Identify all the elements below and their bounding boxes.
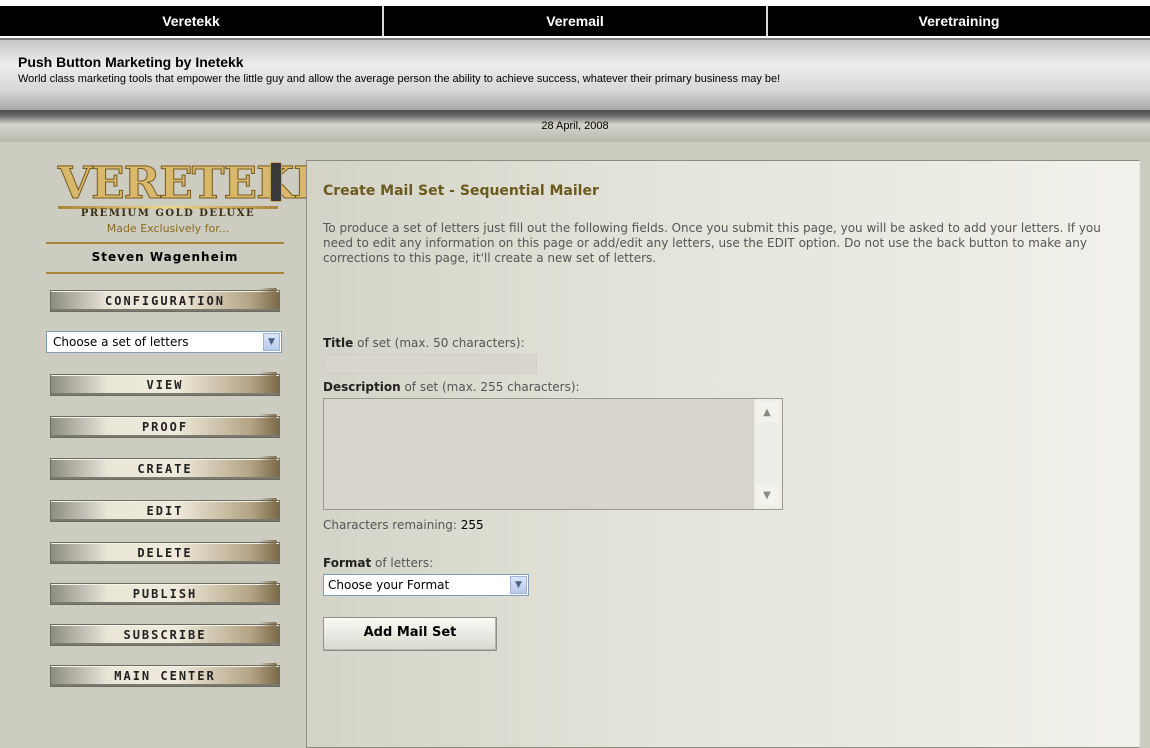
format-field-label: Format of letters: [323, 556, 434, 570]
instructions-text: To produce a set of letters just fill ou… [323, 221, 1101, 265]
title-field-label: Title of set (max. 50 characters): [323, 336, 525, 350]
scroll-down-icon[interactable]: ▼ [756, 485, 778, 505]
description-field-label: Description of set (max. 255 characters)… [323, 380, 580, 394]
view-button[interactable]: VIEW [50, 372, 280, 396]
site-title: Push Button Marketing by Inetekk [18, 54, 244, 70]
proof-button[interactable]: PROOF [50, 414, 280, 438]
create-button[interactable]: CREATE [50, 456, 280, 480]
made-for-label: Made Exclusively for... [106, 222, 230, 235]
main-center-button[interactable]: MAIN CENTER [50, 663, 280, 687]
logo-wordmark: VERETEKK [58, 158, 333, 210]
edit-button[interactable]: EDIT [50, 498, 280, 522]
configuration-button-label: CONFIGURATION [105, 294, 225, 308]
page-title: Create Mail Set - Sequential Mailer [323, 183, 599, 199]
textarea-scrollbar[interactable]: ▲ ▼ [753, 399, 782, 509]
characters-remaining: Characters remaining: 255 [323, 518, 484, 532]
chevron-down-icon[interactable]: ▼ [263, 333, 280, 351]
view-button-label: VIEW [146, 378, 184, 392]
subscribe-button-label: SUBSCRIBE [123, 628, 207, 642]
letter-set-select-value: Choose a set of letters [53, 335, 189, 349]
site-tagline: World class marketing tools that empower… [18, 73, 781, 85]
create-mail-set-panel: Create Mail Set - Sequential Mailer To p… [306, 160, 1140, 748]
divider [46, 242, 284, 244]
main-area: VERETEKK PREMIUM GOLD DELUXE Made Exclus… [0, 142, 1150, 748]
format-select-value: Choose your Format [328, 578, 450, 592]
create-button-label: CREATE [137, 462, 193, 476]
scroll-up-icon[interactable]: ▲ [756, 402, 778, 422]
nav-link-veremail[interactable]: Veremail [384, 6, 768, 36]
current-date: 28 April, 2008 [541, 120, 609, 132]
edit-button-label: EDIT [146, 504, 184, 518]
top-navigation: Veretekk Veremail Veretraining [0, 0, 1150, 38]
user-name: Steven Wagenheim [91, 250, 239, 264]
publish-button[interactable]: PUBLISH [50, 581, 280, 605]
divider [46, 272, 284, 274]
description-textarea[interactable]: ▲ ▼ [323, 398, 783, 510]
main-center-button-label: MAIN CENTER [114, 669, 216, 683]
configuration-button[interactable]: CONFIGURATION [50, 288, 280, 312]
publish-button-label: PUBLISH [132, 587, 198, 601]
nav-link-veretekk[interactable]: Veretekk [0, 6, 384, 36]
letter-set-select[interactable]: Choose a set of letters ▼ [46, 331, 282, 353]
proof-button-label: PROOF [141, 420, 189, 434]
chevron-down-icon[interactable]: ▼ [510, 576, 527, 594]
title-input[interactable] [323, 354, 537, 374]
veretekk-logo[interactable]: VERETEKK [58, 156, 333, 212]
delete-button-label: DELETE [137, 546, 193, 560]
logo-badge [270, 162, 282, 202]
subscribe-button[interactable]: SUBSCRIBE [50, 622, 280, 646]
site-header: Push Button Marketing by Inetekk World c… [0, 38, 1150, 110]
nav-link-veretraining[interactable]: Veretraining [768, 6, 1150, 36]
date-bar: 28 April, 2008 [0, 110, 1150, 142]
sidebar: VERETEKK PREMIUM GOLD DELUXE Made Exclus… [0, 142, 333, 748]
top-nav-bar: Veretekk Veremail Veretraining [0, 6, 1150, 36]
characters-remaining-count: 255 [460, 518, 484, 532]
delete-button[interactable]: DELETE [50, 540, 280, 564]
add-mail-set-button[interactable]: Add Mail Set [323, 617, 497, 651]
premium-gold-deluxe-label: PREMIUM GOLD DELUXE [80, 208, 256, 219]
format-select[interactable]: Choose your Format ▼ [323, 574, 529, 596]
